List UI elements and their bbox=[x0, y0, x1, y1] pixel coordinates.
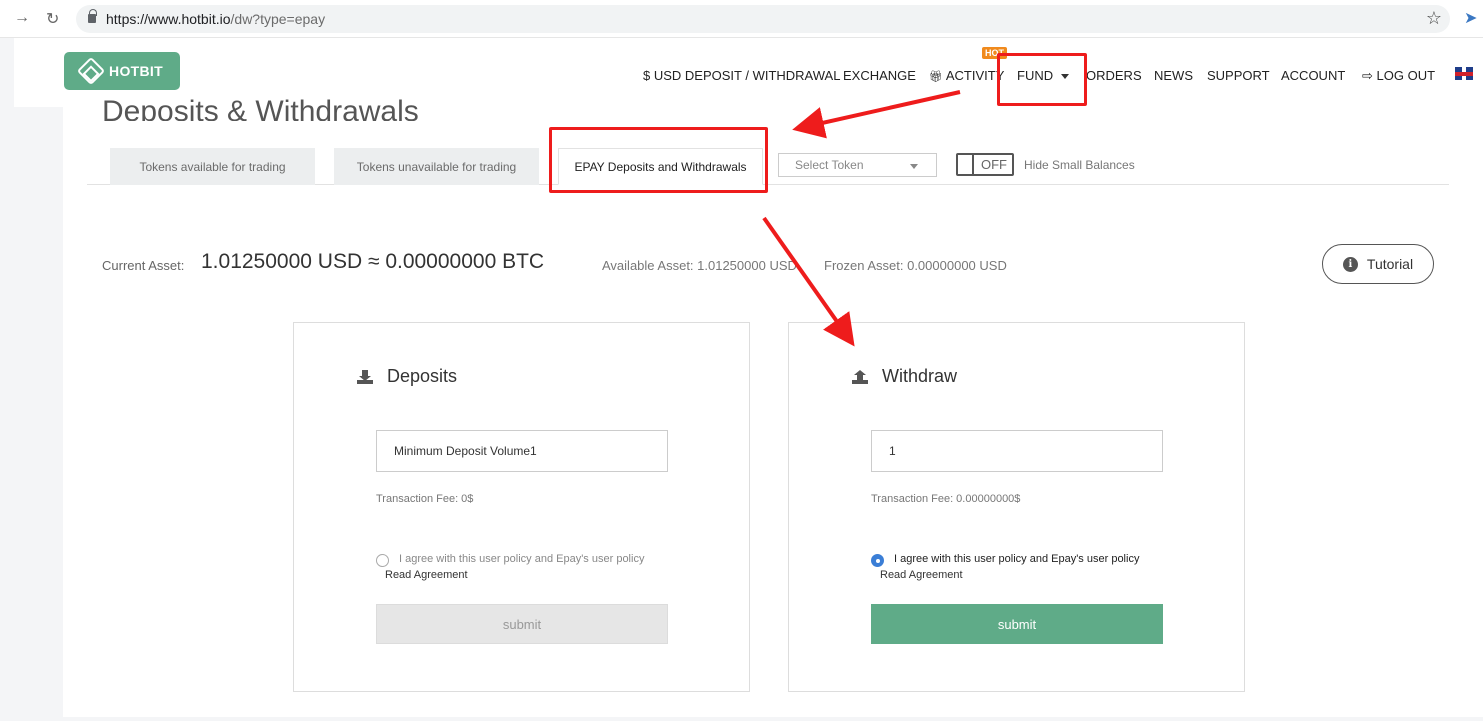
url-text: https://www.hotbit.io/dw?type=epay bbox=[106, 11, 325, 27]
tutorial-label: Tutorial bbox=[1366, 256, 1414, 272]
download-icon bbox=[357, 369, 373, 384]
upload-icon bbox=[852, 369, 868, 384]
deposit-card: Deposits Minimum Deposit Volume1 Transac… bbox=[293, 322, 750, 692]
hotbit-logo[interactable]: HOTBIT bbox=[64, 52, 180, 90]
deposit-title: Deposits bbox=[357, 366, 457, 387]
withdraw-amount-input[interactable]: 1 bbox=[871, 430, 1163, 472]
lock-icon bbox=[88, 9, 97, 23]
nav-support[interactable]: SUPPORT bbox=[1207, 68, 1270, 83]
nav-usd-deposit-withdrawal[interactable]: $ USD DEPOSIT / WITHDRAWAL bbox=[643, 68, 840, 83]
uk-flag-icon[interactable] bbox=[1455, 67, 1473, 80]
select-token-dropdown[interactable]: Select Token bbox=[778, 153, 937, 177]
logout-icon: ⇨ bbox=[1362, 68, 1373, 83]
nav-activity[interactable]: 🎁︎ ACTIVITY bbox=[929, 68, 1004, 83]
deposit-agree-radio[interactable] bbox=[376, 554, 389, 567]
info-icon: i bbox=[1342, 256, 1358, 272]
page-title: Deposits & Withdrawals bbox=[102, 95, 419, 121]
annotation-box-fund bbox=[997, 53, 1087, 106]
nav-logout-label: LOG OUT bbox=[1376, 68, 1436, 83]
bookmark-star-icon[interactable]: ☆ bbox=[1426, 8, 1442, 29]
nav-news[interactable]: NEWS bbox=[1154, 68, 1193, 83]
tab-tokens-available[interactable]: Tokens available for trading bbox=[110, 148, 315, 185]
extension-bird-icon[interactable]: ➤ bbox=[1464, 8, 1477, 28]
nav-exchange[interactable]: EXCHANGE bbox=[843, 68, 916, 83]
current-asset-label: Current Asset: bbox=[102, 258, 185, 273]
nav-activity-label: ACTIVITY bbox=[945, 68, 1005, 83]
deposit-title-text: Deposits bbox=[387, 366, 458, 386]
back-arrow-icon[interactable]: → bbox=[14, 9, 30, 27]
select-token-label: Select Token bbox=[795, 158, 864, 172]
chevron-down-icon bbox=[910, 164, 918, 169]
logo-mark-icon bbox=[76, 56, 106, 86]
url-host: https://www.hotbit.io bbox=[106, 11, 231, 27]
withdraw-agree-text: I agree with this user policy and Epay's… bbox=[894, 553, 1140, 565]
address-bar[interactable]: https://www.hotbit.io/dw?type=epay ☆ bbox=[76, 5, 1450, 33]
withdraw-card: Withdraw 1 Transaction Fee: 0.00000000$ … bbox=[788, 322, 1245, 692]
withdraw-title: Withdraw bbox=[852, 366, 957, 387]
tab-tokens-unavailable[interactable]: Tokens unavailable for trading bbox=[334, 148, 539, 185]
available-asset: Available Asset: 1.01250000 USD bbox=[602, 258, 797, 273]
deposit-read-agreement-link[interactable]: Read Agreement bbox=[385, 569, 468, 581]
nav-orders[interactable]: ORDERS bbox=[1086, 68, 1142, 83]
deposit-amount-input[interactable]: Minimum Deposit Volume1 bbox=[376, 430, 668, 472]
url-path: /dw?type=epay bbox=[230, 11, 326, 27]
annotation-box-epay-tab bbox=[549, 127, 768, 193]
nav-logout[interactable]: ⇨ LOG OUT bbox=[1362, 68, 1435, 84]
deposit-submit-button[interactable]: submit bbox=[376, 604, 668, 644]
toggle-state-label: OFF bbox=[981, 157, 1007, 172]
toggle-knob bbox=[958, 155, 974, 174]
deposit-agree-text: I agree with this user policy and Epay's… bbox=[399, 553, 645, 565]
tutorial-button[interactable]: i Tutorial bbox=[1322, 244, 1434, 284]
withdraw-read-agreement-link[interactable]: Read Agreement bbox=[880, 569, 963, 581]
main-content: Deposits & Withdrawals Tokens available … bbox=[63, 95, 1483, 717]
reload-icon[interactable]: ↻ bbox=[46, 9, 59, 29]
withdraw-title-text: Withdraw bbox=[882, 366, 958, 386]
logo-text: HOTBIT bbox=[109, 63, 163, 79]
hide-small-toggle[interactable]: OFF bbox=[956, 153, 1014, 176]
browser-toolbar: → ↻ https://www.hotbit.io/dw?type=epay ☆… bbox=[0, 0, 1483, 38]
frozen-asset: Frozen Asset: 0.00000000 USD bbox=[824, 258, 1007, 273]
nav-account[interactable]: ACCOUNT bbox=[1281, 68, 1345, 83]
gift-icon: 🎁︎ bbox=[929, 71, 943, 83]
withdraw-submit-button[interactable]: submit bbox=[871, 604, 1163, 644]
withdraw-fee: Transaction Fee: 0.00000000$ bbox=[871, 493, 1021, 505]
deposit-fee: Transaction Fee: 0$ bbox=[376, 493, 474, 505]
withdraw-agree-radio[interactable] bbox=[871, 554, 884, 567]
hide-small-label: Hide Small Balances bbox=[1024, 158, 1135, 172]
current-asset-value: 1.01250000 USD ≈ 0.00000000 BTC bbox=[201, 250, 545, 273]
